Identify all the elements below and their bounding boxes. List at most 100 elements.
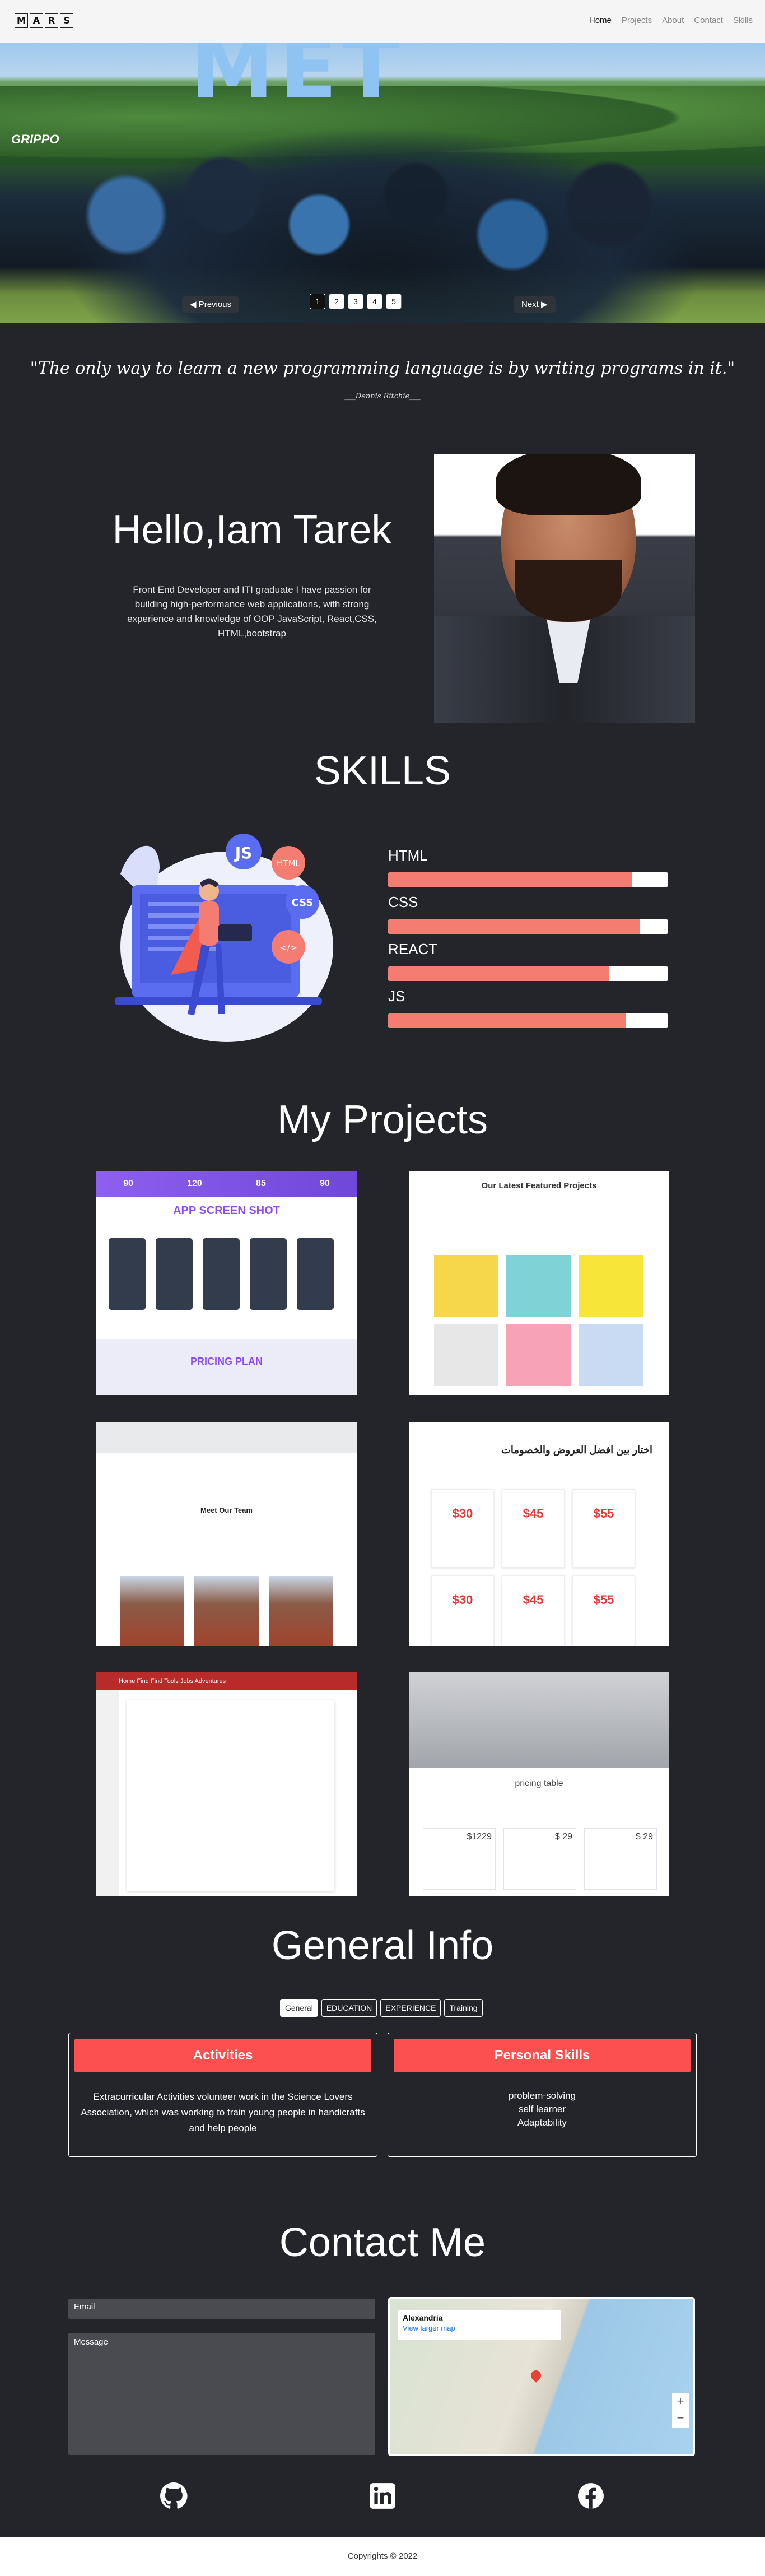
about-description: Front End Developer and ITI graduate I h… [127, 584, 377, 639]
personal-skills-heading: Personal Skills [394, 2039, 691, 2072]
nav-link-home[interactable]: Home [589, 16, 612, 25]
nav-link-skills[interactable]: Skills [733, 16, 753, 25]
next-label: Next [521, 300, 539, 309]
quote-text: "The only way to learn a new programming… [30, 359, 735, 378]
project-card-portfolio[interactable]: Our Latest Featured Projects [409, 1171, 669, 1395]
project-card-app-landing[interactable]: 90 120 85 90 APP SCREEN SHOT PRICING PLA… [96, 1171, 357, 1395]
page-button[interactable]: 5 [386, 294, 402, 309]
map-larger-link[interactable]: View larger map [403, 2324, 556, 2332]
footer: Copyrights © 2022 [0, 2537, 765, 2576]
nav-menu: Home Projects About Contact Skills [589, 16, 753, 25]
pricing-photo [409, 1672, 669, 1768]
project-card-pricing[interactable]: pricing table $1229 $ 29 $ 29 [409, 1672, 669, 1896]
page-button[interactable]: 2 [329, 294, 344, 309]
map-info-box: Alexandria View larger map [398, 2310, 561, 2340]
pricing-plans: $1229 $ 29 $ 29 [423, 1828, 657, 1890]
tab-general[interactable]: General [280, 1999, 318, 2017]
skill-bar-css [388, 919, 668, 934]
carousel-pagination: 1 2 3 4 5 [310, 294, 402, 309]
activities-text: Extracurricular Activities volunteer wor… [81, 2091, 365, 2133]
phone-screens [109, 1238, 334, 1310]
logo-letter: R [45, 13, 58, 28]
tab-experience[interactable]: EXPERIENCE [380, 1999, 441, 2017]
skill-fill-html [388, 872, 632, 887]
zoom-in-button[interactable]: + [672, 2393, 689, 2410]
logo-letter: A [30, 13, 43, 28]
location-map[interactable]: Alexandria View larger map + − [388, 2297, 695, 2456]
general-info-title: General Info [271, 1923, 494, 1968]
skill-bar-html [388, 872, 668, 887]
page-button[interactable]: 1 [310, 294, 325, 309]
info-tabs: General EDUCATION EXPERIENCE Training [280, 1999, 483, 2017]
logo-letter: M [15, 13, 28, 28]
project-card-team[interactable]: Meet Our Team [96, 1422, 357, 1646]
skill-item: Adaptability [517, 2117, 567, 2128]
photo-beard [515, 560, 622, 622]
team-header-strip [96, 1422, 357, 1453]
skill-label-css: CSS [388, 894, 418, 910]
hero-image-sign: MET [190, 43, 406, 118]
activities-heading: Activities [74, 2039, 371, 2072]
linkedin-icon[interactable] [368, 2482, 397, 2510]
js-badge: JS [234, 844, 253, 862]
message-field[interactable]: Message [68, 2333, 375, 2455]
prev-label: Previous [198, 300, 232, 309]
navbar: M A R S Home Projects About Contact Skil… [0, 0, 765, 43]
skill-label-html: HTML [388, 847, 428, 864]
map-zoom-control: + − [672, 2393, 689, 2428]
developer-illustration: JS HTML CSS </> [115, 834, 333, 1042]
github-icon[interactable] [160, 2482, 188, 2510]
personal-skills-panel: Personal Skills problem-solving self lea… [388, 2033, 697, 2157]
skill-bar-js [388, 1013, 668, 1028]
carousel-next-button[interactable]: Next ▶ [514, 296, 556, 313]
skill-label-react: REACT [388, 941, 438, 957]
price-tag: $45 [502, 1489, 565, 1568]
project-heading: pricing table [515, 1779, 563, 1788]
stat: 120 [187, 1179, 202, 1188]
project-card-social[interactable]: Home Find Find Tools Jobs Adventures [96, 1672, 357, 1896]
stat: 85 [256, 1179, 266, 1188]
logo-letter: S [60, 13, 73, 28]
plan-price: $ 29 [503, 1828, 576, 1890]
social-sidebar [96, 1690, 119, 1896]
skill-bar-react [388, 966, 668, 981]
page-button[interactable]: 3 [348, 294, 363, 309]
activities-panel: Activities Extracurricular Activities vo… [68, 2033, 377, 2157]
facebook-icon[interactable] [577, 2482, 605, 2510]
map-place: Alexandria [403, 2313, 443, 2322]
skill-label-js: JS [388, 988, 405, 1005]
contact-title: Contact Me [279, 2220, 486, 2265]
price-tag: $30 [431, 1489, 494, 1568]
plan-price: $ 29 [584, 1828, 657, 1890]
price-tag: $45 [502, 1575, 565, 1646]
project-stats-bar: 90 120 85 90 [96, 1171, 357, 1197]
skill-fill-react [388, 966, 609, 981]
personal-skills-list: problem-solving self learner Adaptabilit… [394, 2089, 691, 2129]
plan-price: $1229 [423, 1828, 496, 1890]
html-badge: HTML [277, 858, 300, 868]
email-field[interactable]: Email [68, 2299, 375, 2319]
nav-link-contact[interactable]: Contact [694, 16, 723, 25]
skill-item: problem-solving [509, 2090, 576, 2101]
nav-link-about[interactable]: About [662, 16, 684, 25]
skill-item: self learner [518, 2104, 566, 2114]
project-heading: اختار بين افضل العروض والخصومات [501, 1444, 652, 1456]
project-heading: APP SCREEN SHOT [173, 1205, 280, 1217]
price-tag: $55 [572, 1489, 635, 1568]
project-card-restaurant[interactable]: اختار بين افضل العروض والخصومات $30 $45 … [409, 1422, 669, 1646]
carousel-prev-button[interactable]: ◀ Previous [182, 296, 240, 313]
project-heading: Meet Our Team [200, 1506, 253, 1514]
stat: 90 [123, 1179, 133, 1188]
hero-brand-logo: GRIPPO [11, 132, 59, 146]
about-heading: Hello,Iam Tarek [112, 508, 392, 552]
nav-link-projects[interactable]: Projects [622, 16, 652, 25]
zoom-out-button[interactable]: − [672, 2410, 689, 2426]
css-badge: CSS [292, 897, 314, 909]
skills-title: SKILLS [314, 748, 451, 793]
tab-education[interactable]: EDUCATION [321, 1999, 377, 2017]
code-badge: </> [279, 942, 297, 953]
page-button[interactable]: 4 [367, 294, 382, 309]
tab-training[interactable]: Training [444, 1999, 483, 2017]
site-logo[interactable]: M A R S [15, 13, 73, 28]
photo-hair [496, 454, 641, 515]
